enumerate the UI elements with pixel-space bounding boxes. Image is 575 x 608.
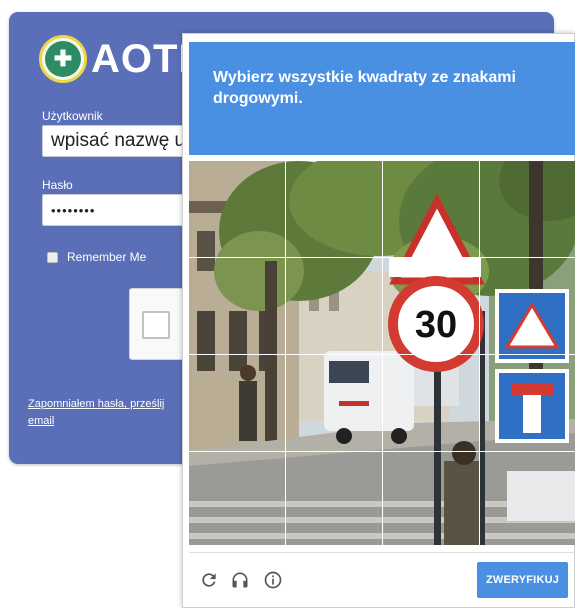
grid-tile[interactable] <box>189 161 285 257</box>
image-grid: 30 <box>189 161 575 545</box>
grid-divider <box>285 161 286 545</box>
remember-me-label: Remember Me <box>67 250 147 264</box>
instruction-suffix: . <box>298 90 303 107</box>
grid-tile[interactable] <box>286 258 382 354</box>
grid-tile[interactable] <box>480 355 575 451</box>
username-label: Użytkownik <box>42 109 103 123</box>
grid-tile[interactable] <box>480 161 575 257</box>
screen: ✚ AOTM Użytkownik wpisać nazwę uż Hasło … <box>0 0 575 608</box>
grid-tile[interactable] <box>383 452 479 545</box>
grid-tile[interactable] <box>480 258 575 354</box>
grid-divider <box>382 161 383 545</box>
challenge-instruction: Wybierz wszystkie kwadraty ze znakami dr… <box>189 42 575 155</box>
grid-tile[interactable] <box>383 355 479 451</box>
forgot-password-link[interactable]: Zapomniałem hasła, prześlij email <box>28 396 188 430</box>
grid-divider <box>189 451 575 452</box>
grid-tile[interactable] <box>383 161 479 257</box>
grid-divider <box>189 257 575 258</box>
grid-tile[interactable] <box>383 258 479 354</box>
grid-tile[interactable] <box>286 161 382 257</box>
instruction-prefix: Wybierz wszystkie kwadraty ze <box>213 69 453 86</box>
grid-tile[interactable] <box>189 355 285 451</box>
grid-tile[interactable] <box>286 355 382 451</box>
remember-me[interactable]: Remember Me <box>47 250 146 264</box>
captcha-challenge: Wybierz wszystkie kwadraty ze znakami dr… <box>182 33 575 608</box>
grid-divider <box>189 354 575 355</box>
remember-me-checkbox[interactable] <box>47 251 58 263</box>
footer-divider <box>189 552 575 553</box>
audio-icon[interactable] <box>228 568 252 592</box>
reload-icon[interactable] <box>197 568 221 592</box>
grid-tile[interactable] <box>189 258 285 354</box>
grid-tile[interactable] <box>286 452 382 545</box>
info-icon[interactable] <box>261 568 285 592</box>
grid-tile[interactable] <box>189 452 285 545</box>
logo-emblem-icon: ✚ <box>39 35 87 83</box>
verify-button[interactable]: ZWERYFIKUJ <box>477 562 568 598</box>
grid-divider <box>479 161 480 545</box>
recaptcha-checkbox[interactable] <box>142 311 170 339</box>
grid-tile[interactable] <box>480 452 575 545</box>
password-label: Hasło <box>42 178 73 192</box>
